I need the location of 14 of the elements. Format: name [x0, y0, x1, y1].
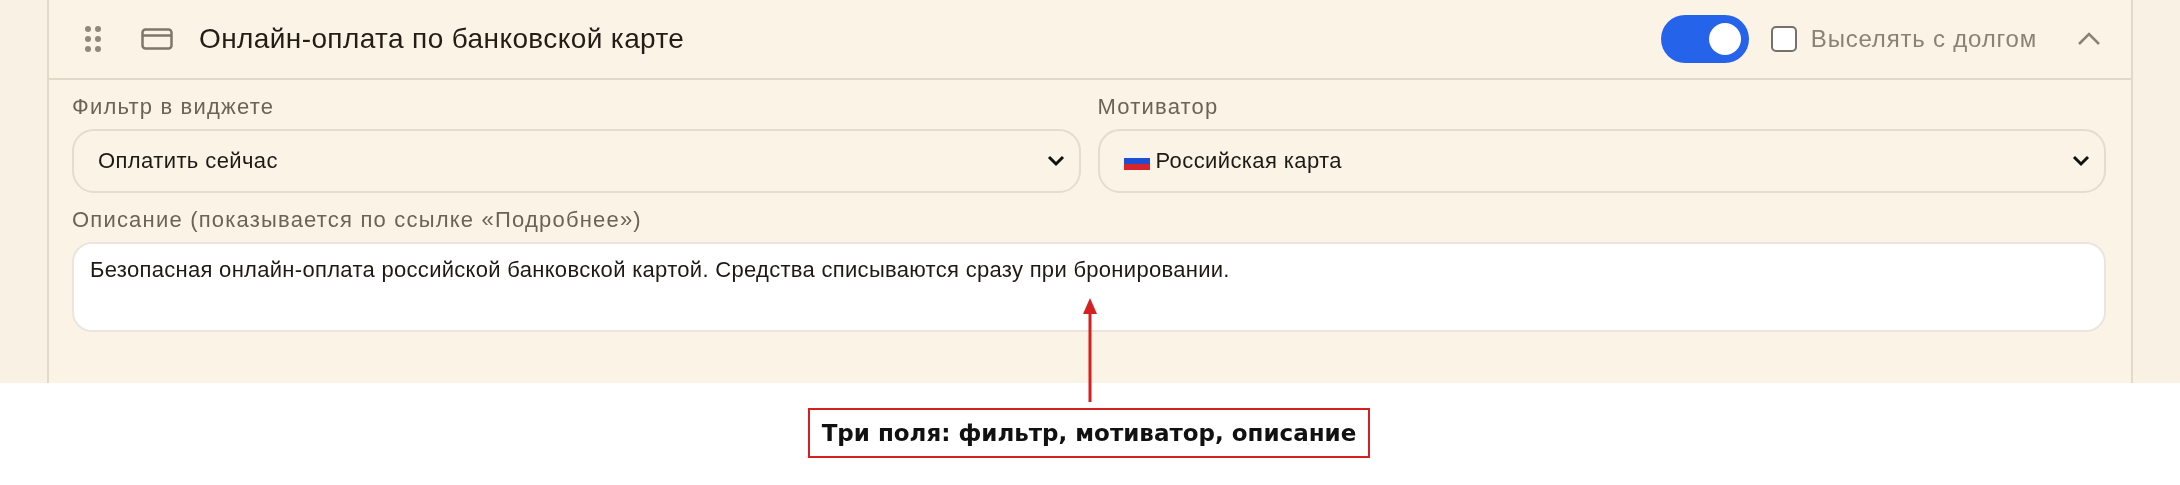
enable-toggle[interactable]: [1660, 15, 1749, 63]
dropdown[interactable]: Российская карта: [1097, 129, 2106, 193]
collapse-chevron-icon[interactable]: [2077, 32, 2101, 46]
checkbox[interactable]: [1770, 26, 1797, 52]
annotation-callout: Три поля: фильтр, мотиватор, описание: [807, 408, 1371, 458]
dropdown[interactable]: Оплатить сейчас: [72, 129, 1081, 193]
field-label: Описание (показывается по ссылке «Подробнее»): [72, 207, 642, 233]
field-label: Фильтр в виджете: [72, 94, 275, 120]
card-title: Онлайн-оплата по банковской карте: [199, 23, 686, 55]
field-label: Мотиватор: [1097, 94, 1219, 120]
text-area[interactable]: Безопасная онлайн-оплата российской банковской картой. Средства списываются сразу при бронировании.: [72, 242, 2106, 332]
credit-card-icon: [141, 28, 173, 50]
flag-icon: [1123, 152, 1150, 170]
drag-handle-icon[interactable]: [85, 26, 101, 52]
